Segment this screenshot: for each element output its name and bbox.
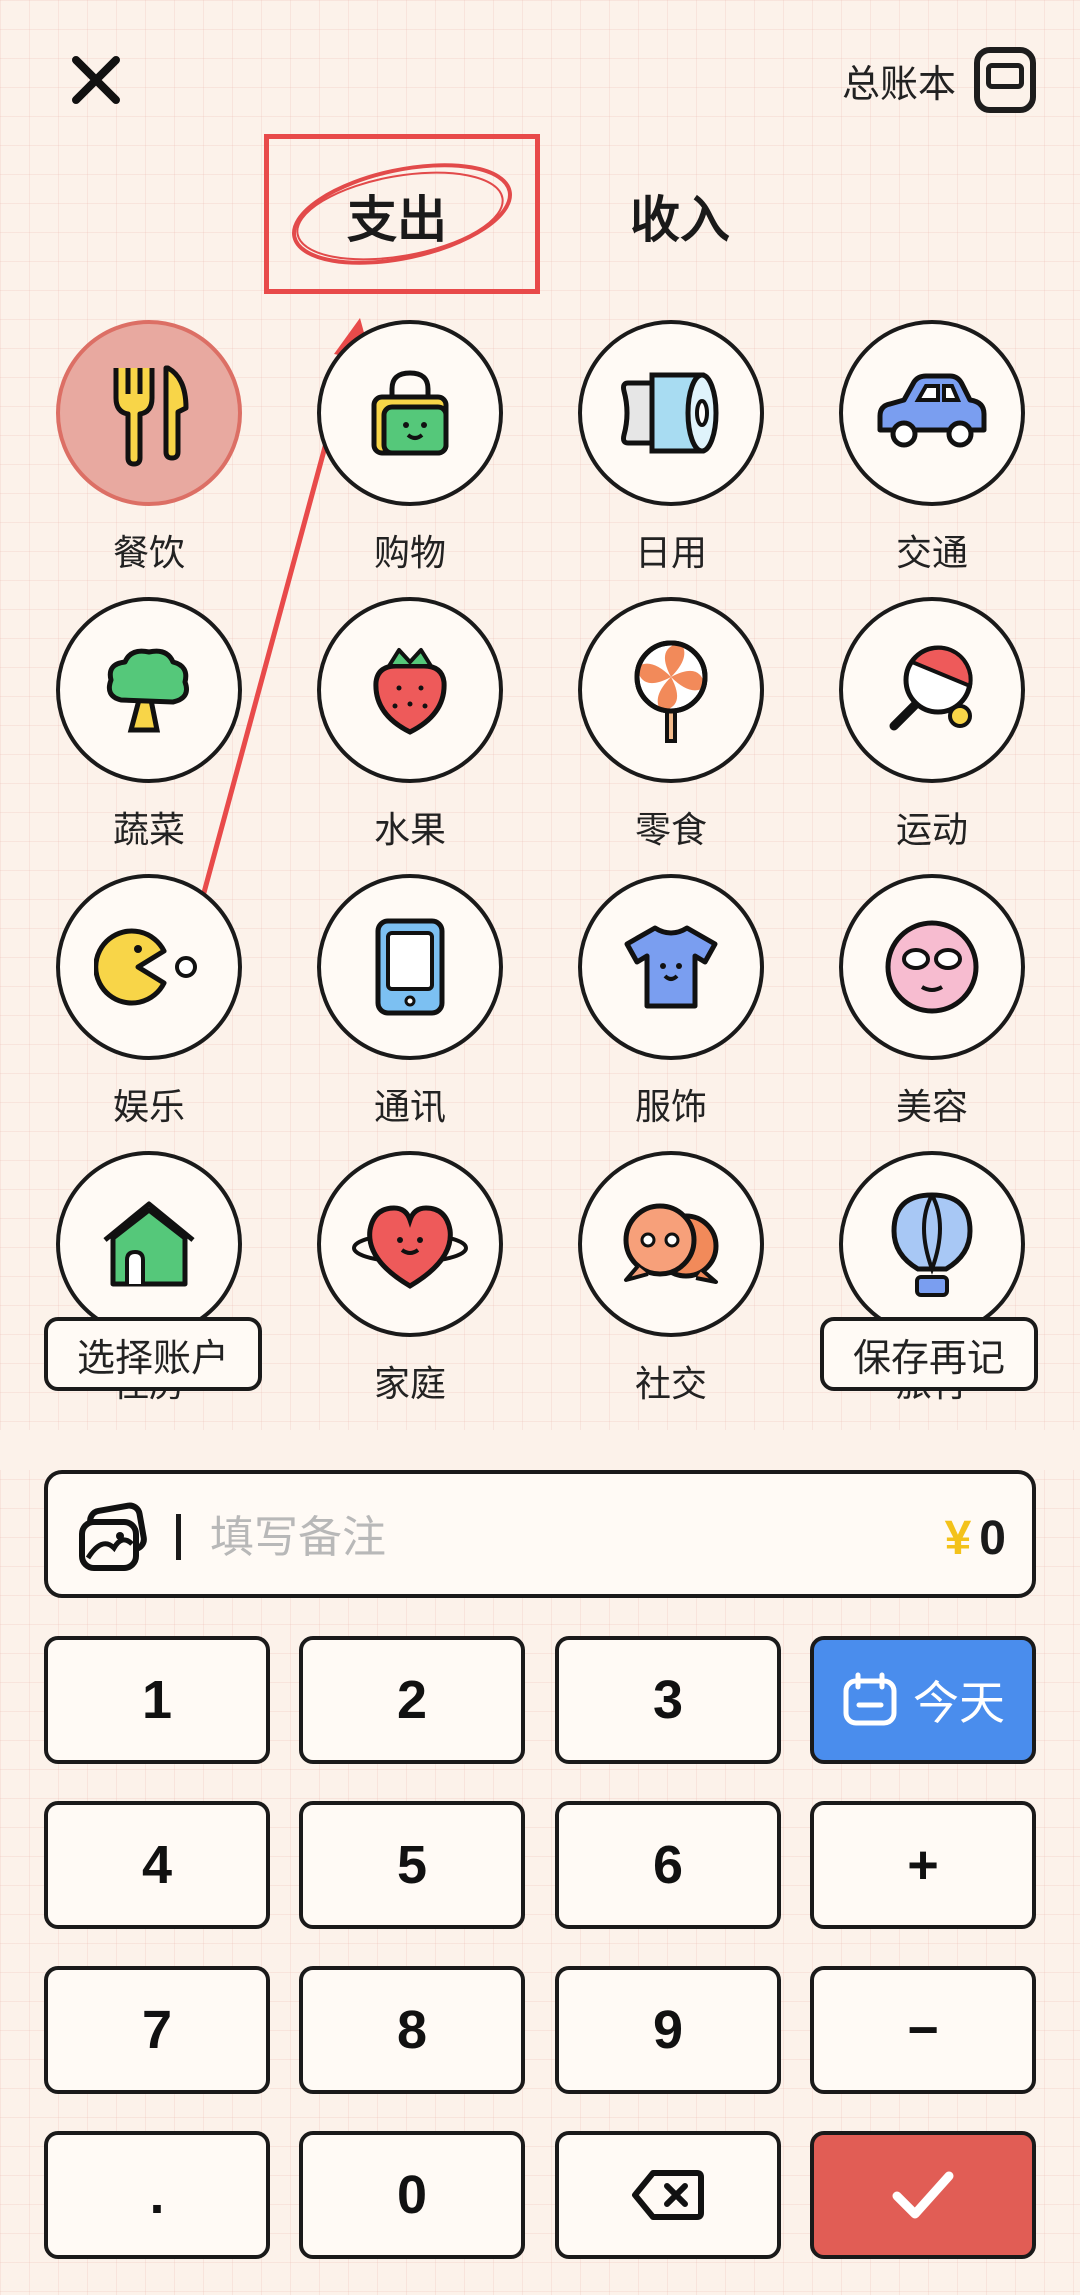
date-today-button[interactable]: 今天 xyxy=(810,1636,1036,1764)
category-entertainment[interactable]: 娱乐 xyxy=(54,874,244,1144)
tab-income-label: 收入 xyxy=(630,192,730,248)
category-vegetables[interactable]: 蔬菜 xyxy=(54,597,244,867)
date-today-label: 今天 xyxy=(913,1677,1005,1729)
chat-bubbles-icon xyxy=(623,1203,719,1284)
key-0[interactable]: 0 xyxy=(299,2131,525,2259)
category-label: 水果 xyxy=(373,809,446,850)
confirm-button[interactable] xyxy=(810,2131,1036,2259)
category-label: 蔬菜 xyxy=(112,809,185,850)
calendar-icon xyxy=(843,1672,897,1726)
category-label: 零食 xyxy=(634,809,707,850)
category-beauty[interactable]: 美容 xyxy=(837,874,1027,1144)
backspace-icon xyxy=(632,2170,704,2220)
key-1[interactable]: 1 xyxy=(44,1636,270,1764)
key-dot[interactable]: . xyxy=(44,2131,270,2259)
category-label: 通讯 xyxy=(373,1086,446,1127)
text-cursor xyxy=(176,1514,181,1560)
category-family[interactable]: 家庭 xyxy=(315,1151,505,1421)
category-label: 服饰 xyxy=(634,1086,707,1127)
category-label: 社交 xyxy=(634,1363,707,1404)
category-label: 交通 xyxy=(895,532,968,573)
choose-account-button[interactable]: 选择账户 xyxy=(44,1317,262,1391)
key-8[interactable]: 8 xyxy=(299,1966,525,2094)
key-3[interactable]: 3 xyxy=(555,1636,781,1764)
key-6[interactable]: 6 xyxy=(555,1801,781,1929)
category-social[interactable]: 社交 xyxy=(576,1151,766,1421)
paper-roll-icon xyxy=(621,372,719,454)
key-5[interactable]: 5 xyxy=(299,1801,525,1929)
key-4[interactable]: 4 xyxy=(44,1801,270,1929)
fork-knife-icon xyxy=(113,365,189,467)
ledger-selector[interactable]: 总账本 xyxy=(842,38,1036,122)
strawberry-icon xyxy=(373,648,447,735)
tshirt-icon xyxy=(624,925,718,1009)
heart-icon xyxy=(352,1205,468,1289)
key-minus[interactable]: − xyxy=(810,1966,1036,2094)
broccoli-icon xyxy=(106,648,189,733)
hot-air-balloon-icon xyxy=(891,1192,973,1297)
ledger-label: 总账本 xyxy=(841,63,956,106)
category-transport[interactable]: 交通 xyxy=(837,320,1027,590)
choose-account-label: 选择账户 xyxy=(76,1337,229,1380)
face-mask-icon xyxy=(885,920,979,1014)
category-clothing[interactable]: 服饰 xyxy=(576,874,766,1144)
lollipop-icon xyxy=(634,640,708,743)
note-input[interactable] xyxy=(208,1502,772,1574)
category-communication[interactable]: 通讯 xyxy=(315,874,505,1144)
image-attach-icon[interactable] xyxy=(76,1502,148,1574)
shopping-bag-icon xyxy=(371,370,449,456)
category-label: 家庭 xyxy=(373,1363,446,1404)
category-label: 美容 xyxy=(895,1086,968,1127)
key-2[interactable]: 2 xyxy=(299,1636,525,1764)
category-label: 运动 xyxy=(895,809,968,850)
category-fruit[interactable]: 水果 xyxy=(315,597,505,867)
ping-pong-icon xyxy=(889,645,973,731)
key-7[interactable]: 7 xyxy=(44,1966,270,2094)
category-daily-use[interactable]: 日用 xyxy=(576,320,766,590)
car-icon xyxy=(877,373,987,448)
close-icon xyxy=(72,56,120,104)
grid-scroll-edge xyxy=(0,1430,1080,1470)
category-label: 娱乐 xyxy=(112,1086,185,1127)
checkmark-icon xyxy=(892,2171,954,2219)
category-catering[interactable]: 餐饮 xyxy=(54,320,244,590)
ledger-icon xyxy=(974,47,1036,113)
annotation-highlight-box xyxy=(264,134,540,294)
amount-display: ¥ 0 xyxy=(945,1500,1006,1576)
phone-icon xyxy=(375,918,445,1016)
category-label: 日用 xyxy=(634,532,707,573)
pacman-icon xyxy=(94,928,197,1006)
save-again-label: 保存再记 xyxy=(852,1337,1005,1380)
amount-value: 0 xyxy=(979,1511,1006,1565)
save-and-continue-button[interactable]: 保存再记 xyxy=(820,1317,1038,1391)
category-label: 购物 xyxy=(373,532,446,573)
tab-income[interactable]: 收入 xyxy=(580,180,780,252)
key-9[interactable]: 9 xyxy=(555,1966,781,2094)
category-label: 餐饮 xyxy=(112,532,185,573)
category-shopping[interactable]: 购物 xyxy=(315,320,505,590)
note-bar: ¥ 0 xyxy=(44,1470,1036,1598)
close-button[interactable] xyxy=(56,40,136,120)
key-backspace[interactable] xyxy=(555,2131,781,2259)
key-plus[interactable]: + xyxy=(810,1801,1036,1929)
category-sports[interactable]: 运动 xyxy=(837,597,1027,867)
house-icon xyxy=(103,1201,195,1287)
currency-symbol: ¥ xyxy=(944,1511,972,1565)
category-snacks[interactable]: 零食 xyxy=(576,597,766,867)
